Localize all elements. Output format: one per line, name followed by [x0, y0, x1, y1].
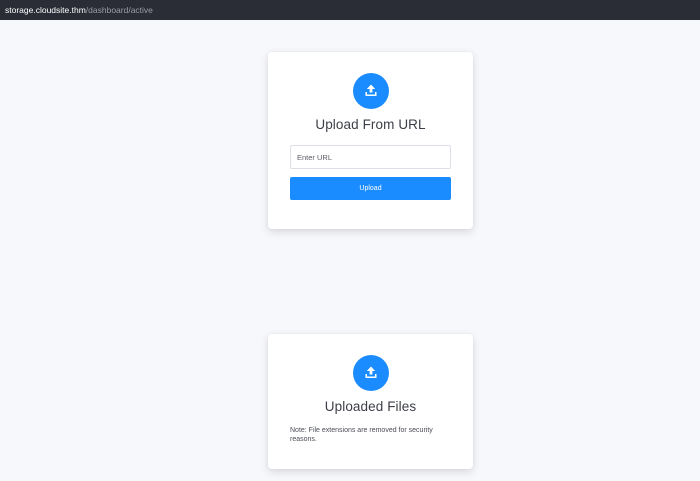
url-host: storage.cloudsite.thm [5, 5, 86, 15]
url-input[interactable] [290, 145, 451, 169]
files-card-title: Uploaded Files [324, 399, 417, 414]
uploaded-files-card: Uploaded Files Note: File extensions are… [268, 334, 473, 469]
address-bar[interactable]: storage.cloudsite.thm/dashboard/active [0, 0, 700, 20]
upload-icon [353, 355, 389, 391]
security-note: Note: File extensions are removed for se… [290, 427, 433, 443]
upload-arrow-icon [365, 366, 377, 378]
upload-arrow-icon [365, 84, 377, 96]
upload-card-title: Upload From URL [315, 117, 426, 132]
upload-button[interactable]: Upload [290, 177, 451, 200]
url-path: /dashboard/active [85, 5, 153, 15]
upload-from-url-card: Upload From URL Upload [268, 52, 473, 229]
upload-icon [353, 73, 389, 109]
